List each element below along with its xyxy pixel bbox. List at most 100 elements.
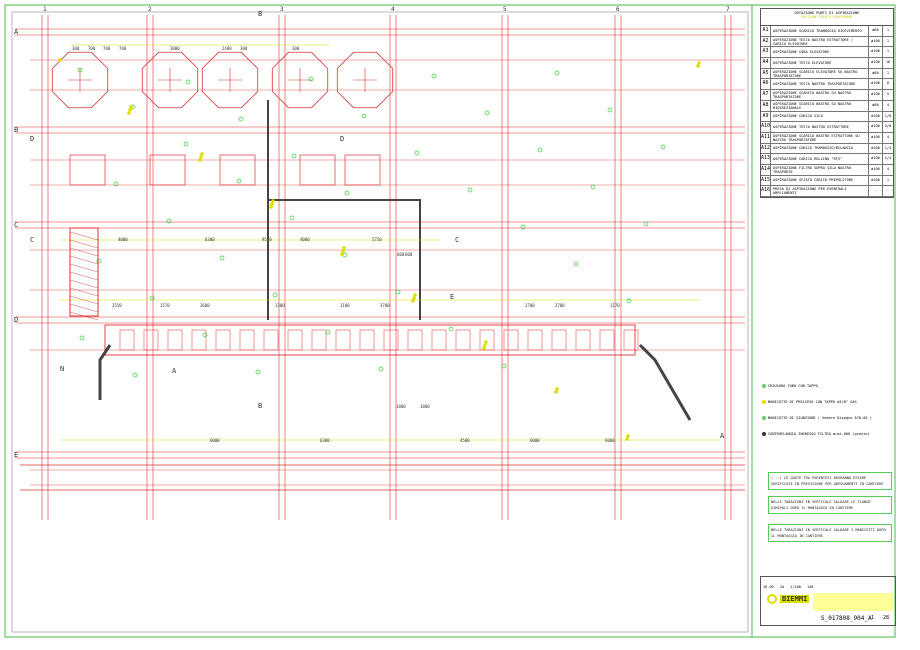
row-quantity: 4: [882, 132, 893, 143]
marker-icon: [573, 261, 579, 267]
dimension-label: 1800: [420, 404, 430, 409]
row-code: A3: [761, 47, 771, 58]
hatch-line: [69, 279, 99, 289]
table-row: A16 PRESA DI ASPIRAZIONE PER EVENTUALI AM…: [761, 186, 893, 197]
table-row: A8 ASPIRAZIONE SCARICO NASTRO SU NASTRO B…: [761, 100, 893, 112]
marker-icon: [643, 221, 649, 227]
section-marker: C: [30, 236, 35, 244]
marker-icon: [554, 70, 560, 76]
grid-row-label: B: [14, 126, 19, 134]
section-marker: E: [450, 293, 455, 301]
table-row: A2 ASPIRAZIONE TESTA NASTRO ESTRATTORE / …: [761, 36, 893, 48]
title-block: 16-05 34 1/100 148 BIEMMI S_017808_904_A…: [760, 576, 896, 626]
suction-points-table: DOTAZIONE PUNTI DI ASPIRAZIONE SUCTION P…: [760, 8, 894, 198]
row-code: A4: [761, 58, 771, 68]
dimension-label: 600: [405, 252, 413, 257]
row-code: A16: [761, 186, 771, 196]
duct-bay: [623, 329, 639, 351]
dimension-label: 2700: [525, 303, 535, 308]
bin-outline: [299, 154, 336, 186]
bin-outline: [69, 154, 106, 186]
row-code: A12: [761, 143, 771, 154]
row-code: A6: [761, 79, 771, 90]
row-description: ASPIRAZIONE SCARICO NASTRO ESTRATTORE SU…: [773, 133, 860, 142]
dimension-label: 1800: [396, 404, 406, 409]
bin-outline: [219, 154, 256, 186]
section-marker: A: [172, 367, 177, 375]
row-description: ASPIRAZIONE CARICO SILO: [773, 114, 823, 119]
marker-icon: [448, 326, 454, 332]
row-diameter: ø100: [868, 164, 882, 175]
legend-symbol-icon: [762, 400, 766, 404]
sampling-point-icon: [625, 437, 629, 441]
hatch-line: [69, 247, 99, 257]
duct-bay: [599, 329, 615, 351]
marker-icon: [132, 372, 138, 378]
row-diameter: ø100: [868, 111, 882, 122]
row-description: ASPIRAZIONE SCARICO TRAMOGGIA RICEVIMENT…: [773, 28, 862, 33]
row-quantity: 4/8: [882, 122, 893, 132]
duct-bay: [215, 329, 231, 351]
marker-icon: [289, 215, 295, 221]
marker-icon: [325, 329, 331, 335]
section-marker: C: [455, 236, 460, 244]
grid-row-label: C: [14, 221, 19, 229]
duct-bay: [527, 329, 543, 351]
marker-icon: [520, 224, 526, 230]
duct-bay: [575, 329, 591, 351]
row-description: ASPIRAZIONE SCARICO NASTRO SU NASTRO BID…: [773, 101, 851, 110]
row-description: PRESA DI ASPIRAZIONE PER EVENTUALI AMPLI…: [773, 187, 847, 196]
marker-icon: [183, 141, 189, 147]
row-code: A9: [761, 111, 771, 122]
marker-icon: [537, 147, 543, 153]
marker-icon: [361, 113, 367, 119]
row-diameter: ø100: [868, 90, 882, 100]
dimension-label: 6300: [205, 237, 215, 242]
tb-count: 34: [779, 585, 785, 589]
row-diameter: -: [868, 186, 882, 196]
drawing-frame: [11, 11, 749, 633]
marker-icon: [185, 79, 191, 85]
row-quantity: 1/8: [882, 111, 893, 122]
table-row: A13 ASPIRAZIONE CARICO RULLINO "RTS" ø100 1…: [761, 154, 893, 165]
grid-column-label: 5: [503, 6, 507, 13]
tb-ref: 148: [806, 585, 814, 589]
row-code: A14: [761, 164, 771, 175]
marker-icon: [431, 73, 437, 79]
dimension-label: 1100: [340, 303, 350, 308]
marker-icon: [291, 153, 297, 159]
sampling-point-icon: [58, 58, 62, 62]
duct-bay: [551, 329, 567, 351]
conveyor-duct: [104, 324, 636, 356]
duct-bay: [263, 329, 279, 351]
marker-icon: [467, 187, 473, 193]
marker-icon: [202, 332, 208, 338]
dimension-label: 3600: [200, 303, 210, 308]
section-marker: A: [720, 432, 725, 440]
hatch-line: [69, 263, 99, 273]
marker-icon: [414, 150, 420, 156]
section-marker: B: [258, 402, 263, 410]
section-marker: B: [258, 10, 263, 18]
duct-bay: [359, 329, 375, 351]
row-quantity: 1: [882, 26, 893, 36]
legend-item: CHIUSURA TUBO CON TAPPO: [762, 384, 818, 388]
marker-icon: [166, 218, 172, 224]
grid-column-label: 7: [726, 6, 730, 13]
duct-bay: [311, 329, 327, 351]
hatch-line: [69, 231, 99, 241]
sampling-point-icon: [411, 299, 415, 303]
dimension-label: 700: [103, 46, 111, 51]
hatch-line: [69, 303, 99, 313]
dimension-label: 2400: [222, 46, 232, 51]
note-flanges: NELLE TUBAZIONI IN VERTICALE SALDARE LE …: [768, 496, 892, 514]
marker-icon: [501, 363, 507, 369]
row-diameter: ø100: [868, 58, 882, 68]
row-code: A10: [761, 122, 771, 132]
company-logo: BIEMMI: [767, 594, 810, 604]
table-row: A15 ASPIRAZIONE SFIATO CARICO PREPULITORE…: [761, 175, 893, 187]
section-marker: D: [340, 135, 345, 143]
row-description: ASPIRAZIONE TESTA NASTRO ESTRATTORE: [773, 125, 849, 130]
table-row: A14 ASPIRAZIONE FILTRO SOPRA SILO NASTRO …: [761, 164, 893, 176]
row-quantity: 4: [882, 164, 893, 175]
